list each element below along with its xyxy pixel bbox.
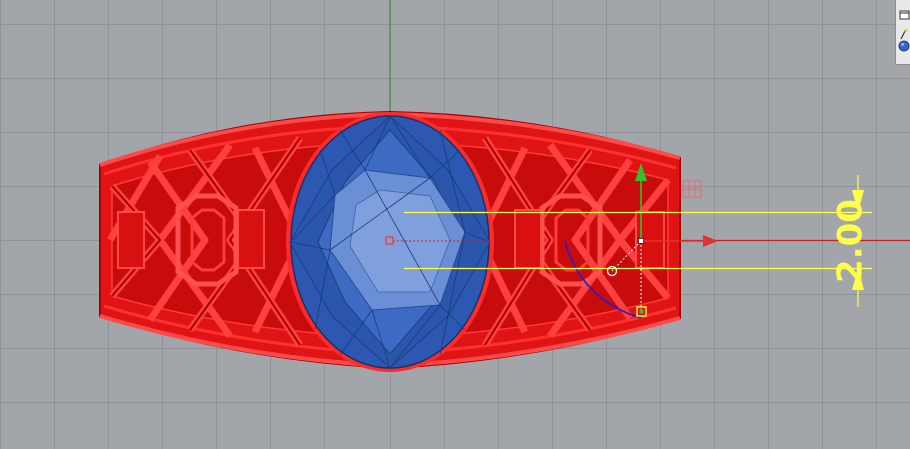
front-viewport[interactable]: 2.00 (0, 0, 910, 449)
gumball-plane-icon[interactable] (682, 180, 702, 198)
dimension-value[interactable]: 2.00 (831, 199, 871, 283)
gumball-x-arrow[interactable] (703, 235, 718, 247)
wand-icon[interactable] (898, 28, 910, 40)
window-icon[interactable] (898, 9, 910, 21)
render-sphere-icon[interactable] (898, 40, 910, 52)
viewport-side-toolbar (895, 0, 910, 65)
gumball-origin[interactable] (638, 238, 644, 244)
oval-gemstone[interactable] (286, 112, 494, 372)
viewport-scene[interactable]: 2.00 (0, 0, 910, 449)
